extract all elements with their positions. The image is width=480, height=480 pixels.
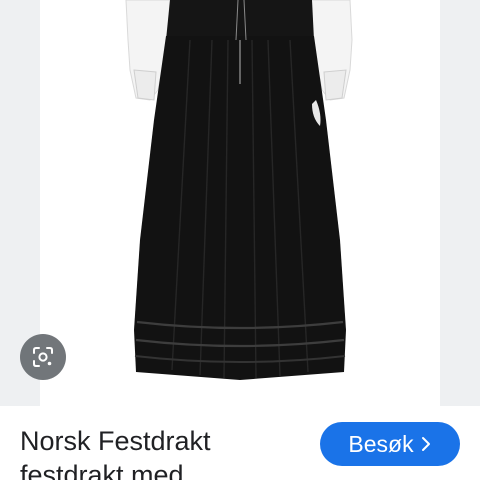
product-image-frame[interactable] [40,0,440,406]
image-viewer [0,0,480,406]
result-title-line-1[interactable]: Norsk Festdrakt [20,424,310,458]
visit-button-label: Besøk [348,430,414,457]
result-title-line-2[interactable]: festdrakt med [20,458,310,480]
result-info-bar: Norsk Festdrakt festdrakt med Besøk [0,406,480,480]
google-lens-button[interactable] [20,334,66,380]
result-title[interactable]: Norsk Festdrakt festdrakt med [20,424,310,480]
image-result-screen: Norsk Festdrakt festdrakt med Besøk [0,0,480,480]
visit-button[interactable]: Besøk [320,422,460,466]
google-lens-icon [33,347,53,367]
chevron-right-icon [421,437,430,451]
product-image-skirt[interactable] [40,0,440,406]
